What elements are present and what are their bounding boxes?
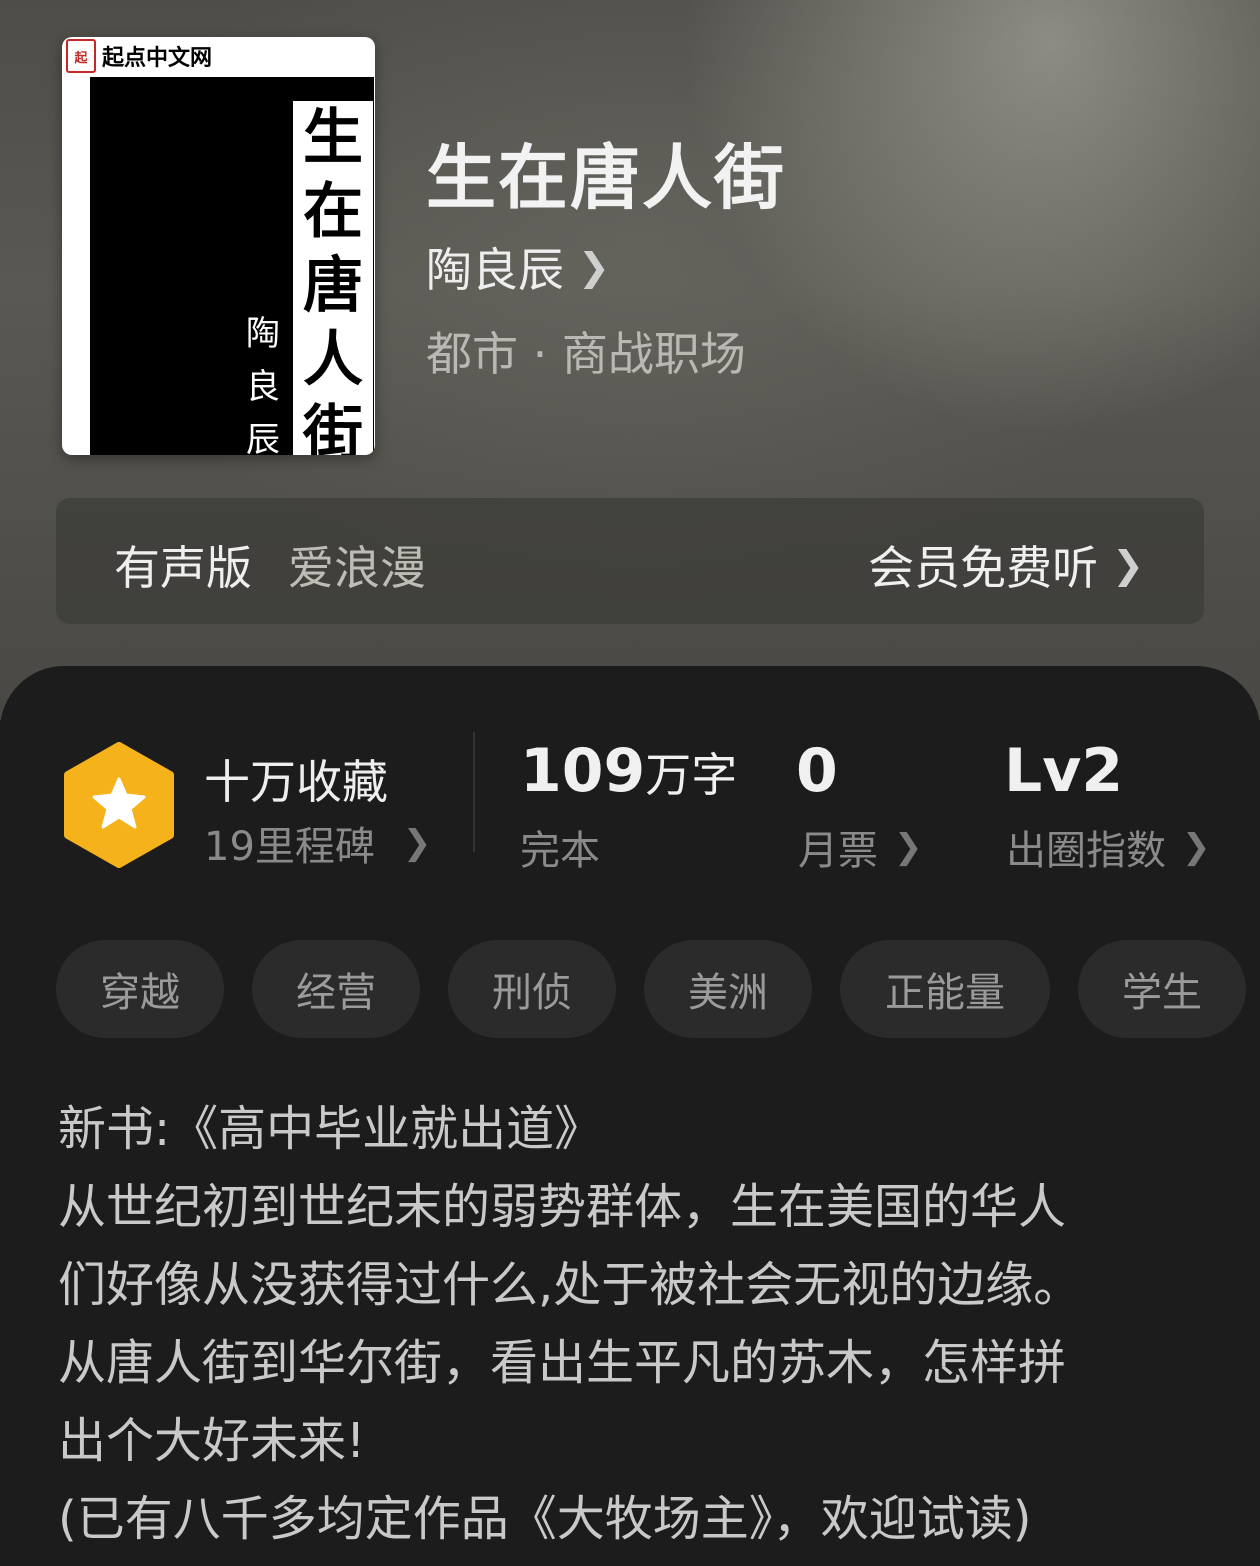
stats-divider [473,732,475,852]
cover-author-char: 陶 [246,314,280,354]
tag-chip[interactable]: 美洲 [644,940,812,1038]
cover-title-char: 生 [303,103,363,173]
cover-author-text: 陶 良 辰 [238,317,288,455]
audio-version-bar[interactable]: 有声版 爱浪漫 会员免费听 ❯ [56,498,1204,624]
book-category[interactable]: 都市 · 商战职场 [426,318,746,384]
level-link[interactable]: 出圈指数 ❯ [1006,818,1211,876]
tag-chip[interactable]: 学生 [1078,940,1246,1038]
monthly-votes-link[interactable]: 月票 ❯ [798,818,923,876]
cover-title-char: 人 [303,325,363,395]
cover-title-char: 在 [303,177,363,247]
book-title: 生在唐人街 [426,136,786,219]
cover-author-char: 良 [246,367,280,407]
publisher-logo-text: 起点中文网 [102,45,213,71]
tag-chip[interactable]: 穿越 [56,940,224,1038]
publisher-seal-icon: 起 [66,39,96,73]
word-count-number: 109 [520,736,646,806]
cover-author-char: 辰 [246,420,280,455]
chevron-right-icon: ❯ [402,823,432,863]
description-line: 们好像从没获得过什么,处于被社会无视的边缘。 [58,1257,1082,1313]
milestone-link[interactable]: 19里程碑 ❯ [204,814,431,872]
book-description[interactable]: 新书:《高中毕业就出道》 从世纪初到世纪末的弱势群体，生在美国的华人 们好像从没… [58,1090,1218,1558]
monthly-votes-label: 月票 [798,828,878,874]
tag-chip[interactable]: 正能量 [840,940,1050,1038]
description-line: 新书:《高中毕业就出道》 [58,1101,603,1157]
monthly-votes-count: 0 [796,736,838,806]
cover-art: 陶 良 辰 生 在 唐 人 街 [90,77,374,455]
description-line: 从唐人街到华尔街，看出生平凡的苏木，怎样拼 [58,1335,1067,1391]
level-label: 出圈指数 [1006,828,1166,874]
star-badge-icon[interactable] [62,742,176,868]
author-name: 陶良辰 [426,243,564,297]
description-line: 从世纪初到世纪末的弱势群体，生在美国的华人 [58,1179,1067,1235]
description-line: 出个大好未来! [58,1413,366,1469]
word-count: 109万字 [520,736,737,806]
cover-title-strip: 生 在 唐 人 街 [293,101,373,455]
member-free-listen-button[interactable]: 会员免费听 ❯ [868,532,1144,598]
tag-chip[interactable]: 刑侦 [448,940,616,1038]
cover-title-char: 唐 [303,251,363,321]
book-status: 完本 [520,828,600,874]
author-link[interactable]: 陶良辰 ❯ [426,234,610,300]
chevron-right-icon: ❯ [1182,827,1211,867]
publisher-logo: 起 起点中文网 [66,39,212,73]
collection-count: 十万收藏 [204,755,388,809]
chevron-right-icon: ❯ [894,827,923,867]
book-cover[interactable]: 起 起点中文网 陶 良 辰 生 在 唐 人 街 [62,37,375,455]
chevron-right-icon: ❯ [578,245,610,289]
audio-version-label: 有声版 [114,541,252,595]
word-count-unit: 万字 [645,748,738,802]
tag-chip[interactable]: 经营 [252,940,420,1038]
chevron-right-icon: ❯ [1112,543,1144,587]
level-value: Lv2 [1004,736,1124,806]
member-free-listen-label: 会员免费听 [868,541,1099,595]
audio-narrator: 爱浪漫 [288,541,426,595]
tag-list: 穿越 经营 刑侦 美洲 正能量 学生 [56,940,1260,1038]
cover-title-char: 街 [303,399,363,455]
milestone-label: 19里程碑 [204,824,375,870]
description-line: (已有八千多均定作品《大牧场主》，欢迎试读) [58,1491,1032,1547]
